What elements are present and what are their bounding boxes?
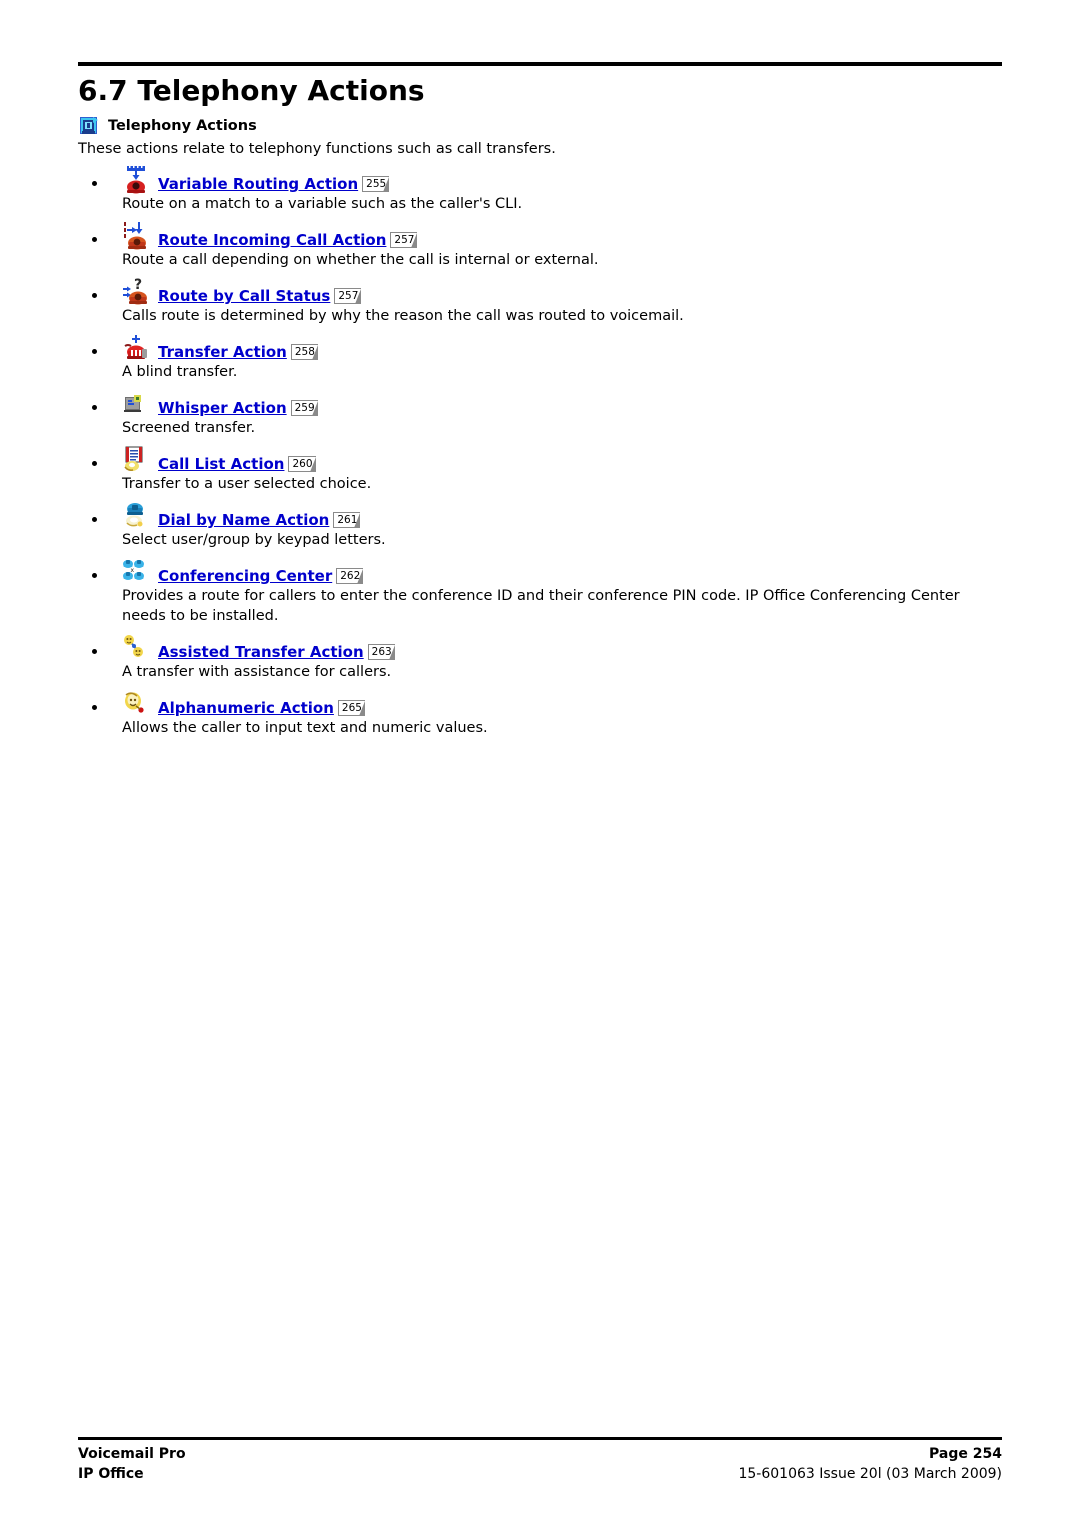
action-link[interactable]: Alphanumeric Action bbox=[158, 698, 334, 718]
section-heading-row: Telephony Actions bbox=[78, 115, 257, 137]
list-item: Variable Routing Action 255 Route on a m… bbox=[78, 165, 1008, 214]
footer-divider bbox=[78, 1437, 1002, 1440]
page-reference[interactable]: 257 bbox=[390, 232, 423, 248]
page-reference[interactable]: 255 bbox=[362, 176, 395, 192]
question-arrows-red-telephone-icon: ? bbox=[122, 277, 154, 307]
item-description: A blind transfer. bbox=[122, 364, 238, 380]
dial-by-name-handset-icon bbox=[122, 501, 154, 531]
page-reference[interactable]: 263 bbox=[367, 644, 400, 660]
list-bullet bbox=[92, 293, 97, 298]
action-link[interactable]: Call List Action bbox=[158, 454, 284, 474]
item-description: A transfer with assistance for callers. bbox=[122, 664, 392, 680]
red-telephone-transfer-icon bbox=[122, 333, 154, 363]
page-title: 6.7 Telephony Actions bbox=[78, 74, 425, 107]
list-bullet bbox=[92, 649, 97, 654]
telephony-actions-list: Variable Routing Action 255 Route on a m… bbox=[78, 165, 1008, 748]
item-description: Allows the caller to input text and nume… bbox=[122, 720, 488, 736]
item-description: Provides a route for callers to enter th… bbox=[122, 588, 960, 624]
list-bullet bbox=[92, 461, 97, 466]
page-reference[interactable]: 261 bbox=[333, 512, 366, 528]
alphanumeric-face-icon bbox=[122, 689, 154, 719]
action-link[interactable]: Assisted Transfer Action bbox=[158, 642, 364, 662]
header-divider bbox=[78, 62, 1002, 66]
page-reference[interactable]: 265 bbox=[337, 700, 371, 716]
monitor-whisper-icon bbox=[122, 389, 154, 419]
item-description: Select user/group by keypad letters. bbox=[122, 532, 386, 548]
item-description: Transfer to a user selected choice. bbox=[122, 476, 372, 492]
footer-page-label: Page 254 bbox=[929, 1446, 1002, 1462]
item-description: Route a call depending on whether the ca… bbox=[122, 252, 599, 268]
list-bullet bbox=[92, 349, 97, 354]
list-bullet bbox=[92, 181, 97, 186]
action-link[interactable]: Variable Routing Action bbox=[158, 174, 358, 194]
list-item: Dial by Name Action 261 Select user/grou… bbox=[78, 501, 1008, 550]
list-bullet bbox=[92, 517, 97, 522]
list-item: x Conferencing Center 262 Provides a rou… bbox=[78, 560, 1008, 626]
item-description: Calls route is determined by why the rea… bbox=[122, 308, 684, 324]
assisted-transfer-two-faces-icon bbox=[122, 633, 154, 663]
ruler-arrow-red-telephone-icon bbox=[122, 165, 154, 195]
svg-text:x: x bbox=[131, 567, 135, 574]
svg-text:?: ? bbox=[134, 277, 142, 293]
telephone-blue-icon bbox=[78, 115, 100, 137]
list-item: Route Incoming Call Action 257 Route a c… bbox=[78, 221, 1008, 270]
arrows-red-telephone-icon bbox=[122, 221, 154, 251]
page-reference[interactable]: 260 bbox=[288, 456, 321, 472]
action-link[interactable]: Route Incoming Call Action bbox=[158, 230, 386, 250]
page-reference[interactable]: 262 bbox=[336, 568, 369, 584]
list-bullet bbox=[92, 405, 97, 410]
item-description: Screened transfer. bbox=[122, 420, 256, 436]
footer-doc-reference: 15-601063 Issue 20l (03 March 2009) bbox=[738, 1466, 1002, 1482]
list-item: Alphanumeric Action 265 Allows the calle… bbox=[78, 692, 1008, 738]
page-reference[interactable]: 257 bbox=[334, 288, 367, 304]
action-link[interactable]: Transfer Action bbox=[158, 342, 287, 362]
action-link[interactable]: Whisper Action bbox=[158, 398, 287, 418]
action-link[interactable]: Route by Call Status bbox=[158, 286, 330, 306]
list-item: Assisted Transfer Action 263 A transfer … bbox=[78, 633, 1008, 682]
action-link[interactable]: Conferencing Center bbox=[158, 566, 332, 586]
list-item: Call List Action 260 Transfer to a user … bbox=[78, 445, 1008, 494]
footer-product-name: Voicemail Pro bbox=[78, 1446, 186, 1462]
list-bullet bbox=[92, 237, 97, 242]
list-item: ? Route by Call Status 257 Calls route i… bbox=[78, 277, 1008, 326]
footer-product-line: IP Office bbox=[78, 1466, 144, 1482]
call-list-book-icon bbox=[122, 445, 154, 475]
list-bullet bbox=[92, 573, 97, 578]
page-reference[interactable]: 258 bbox=[290, 344, 323, 360]
page-reference[interactable]: 259 bbox=[290, 400, 323, 416]
list-bullet bbox=[92, 705, 97, 710]
intro-paragraph: These actions relate to telephony functi… bbox=[78, 141, 556, 157]
conferencing-four-phones-icon: x bbox=[122, 557, 154, 587]
list-item: Whisper Action 259 Screened transfer. bbox=[78, 392, 1008, 438]
item-description: Route on a match to a variable such as t… bbox=[122, 196, 523, 212]
page-footer: Voicemail Pro Page 254 IP Office 15-6010… bbox=[78, 1444, 1002, 1484]
action-link[interactable]: Dial by Name Action bbox=[158, 510, 329, 530]
list-item: Transfer Action 258 A blind transfer. bbox=[78, 333, 1008, 382]
document-page: 6.7 Telephony Actions Telephony Actions … bbox=[0, 0, 1080, 1528]
section-heading-label: Telephony Actions bbox=[108, 118, 257, 134]
